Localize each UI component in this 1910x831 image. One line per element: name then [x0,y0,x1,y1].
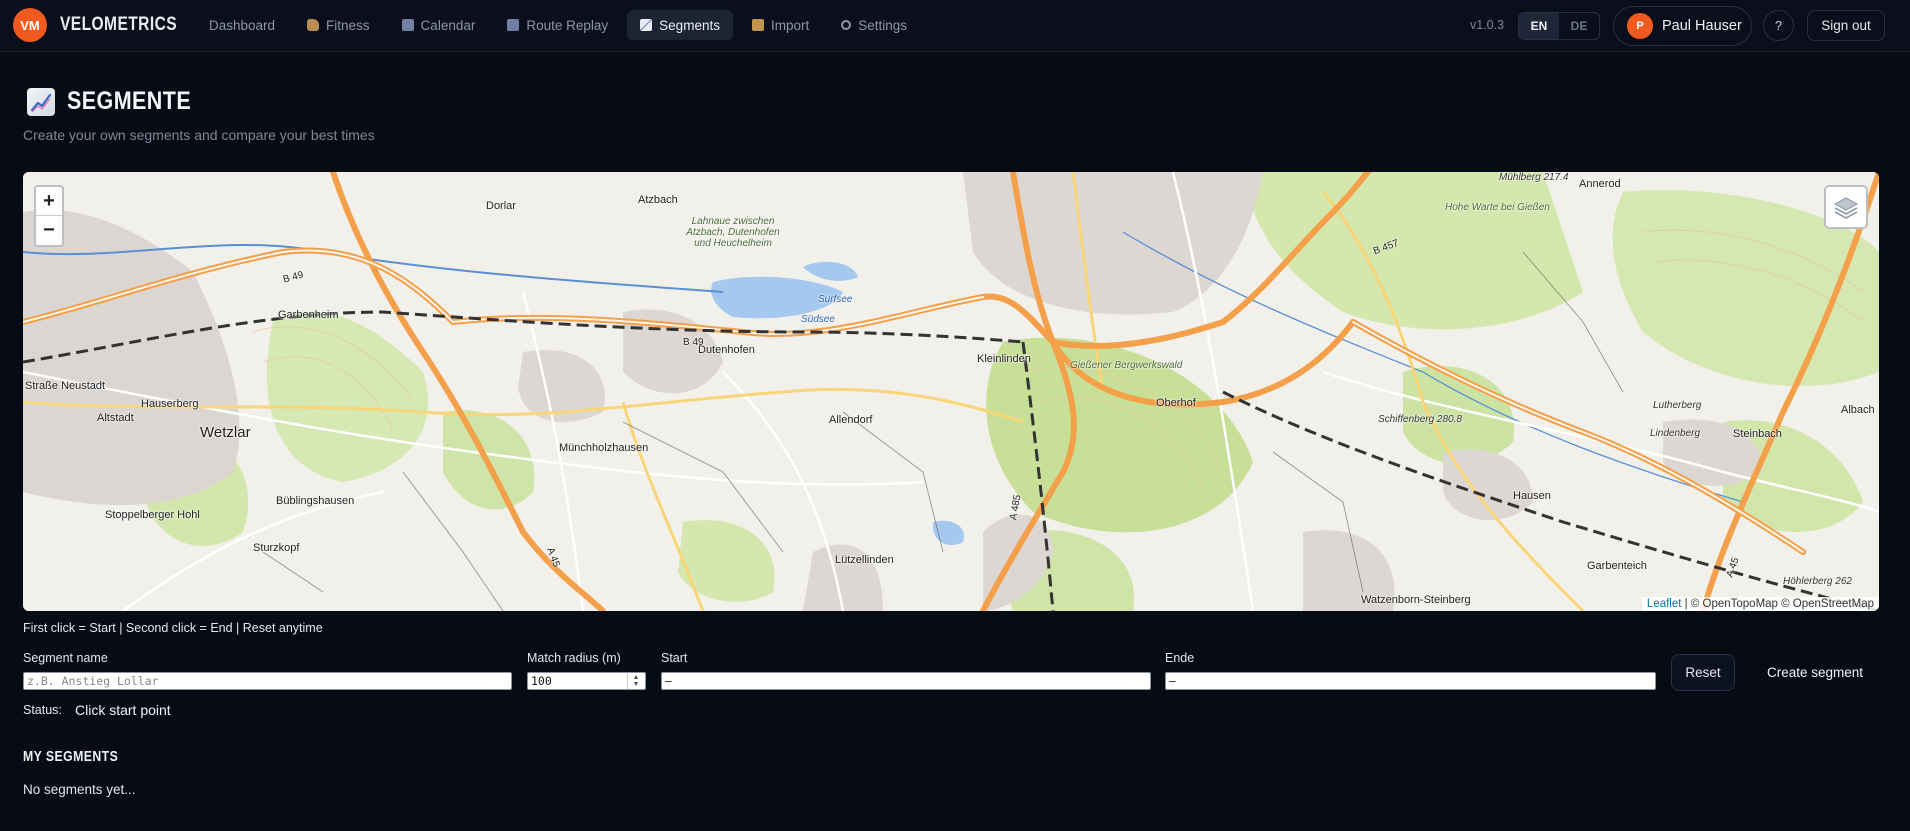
nav-fitness-label: Fitness [326,17,370,33]
avatar: P [1627,13,1653,39]
map-label: Watzenborn-Steinberg [1361,594,1471,606]
map-label: B 49 [683,337,704,348]
map-label: Surfsee [818,294,853,305]
map-label: Münchholzhausen [559,442,649,454]
segment-name-label: Segment name [23,651,108,665]
gear-icon [841,20,852,30]
attribution-text: | © OpenTopoMap © OpenStreetMap [1681,598,1874,610]
map-label: Garbenteich [1587,560,1647,572]
folder-icon [751,19,764,31]
map-label: Hohe Warte bei Gießen [1445,202,1550,213]
nav-calendar-label: Calendar [420,17,476,33]
user-name: Paul Hauser [1662,18,1742,34]
map-label: Garbenheim [278,309,339,321]
nav-dashboard[interactable]: Dashboard [196,10,288,40]
nav-import-label: Import [770,17,810,33]
create-segment-button[interactable]: Create segment [1750,654,1880,691]
language-switch: EN DE [1518,12,1600,40]
help-button[interactable]: ? [1763,10,1794,41]
map-label: Südsee [801,314,835,325]
page-subtitle: Create your own segments and compare you… [23,127,375,143]
main-nav: Dashboard Fitness Calendar Route Replay … [196,10,920,40]
zoom-out-button[interactable]: − [36,216,62,245]
map-label: Gießener Bergwerkswald [1070,360,1183,371]
map-label: Stoppelberger Hohl [105,509,200,521]
map-label: Mühlberg 217.4 [1499,172,1569,183]
end-label: Ende [1165,651,1195,665]
lang-en-button[interactable]: EN [1519,13,1559,39]
zoom-control: + − [34,185,64,247]
chart-icon [27,87,55,116]
match-radius-label: Match radius (m) [527,651,621,665]
my-segments-heading: MY SEGMENTS [23,748,119,765]
map-label: Schiffenberg 280.8 [1378,414,1462,425]
map-label: Altstadt [97,412,134,424]
route-icon [507,19,520,31]
lang-de-button[interactable]: DE [1559,13,1599,39]
map-label: Höhlerberg 262 [1783,576,1852,587]
page-title: SEGMENTE [67,87,192,115]
flexed-arm-icon [307,19,320,31]
map-label: Annerod [1579,178,1621,190]
reset-button[interactable]: Reset [1671,654,1735,691]
start-input[interactable] [661,672,1151,690]
map-label: Lindenberg [1650,428,1701,439]
map-label: Büblingshausen [276,495,355,507]
segment-name-input[interactable] [23,672,512,690]
top-navigation-bar: VM VELOMETRICS Dashboard Fitness Calenda… [0,0,1910,52]
nav-fitness[interactable]: Fitness [294,10,383,40]
map-label: Lutherberg [1653,400,1702,411]
map-label: Kleinlinden [977,353,1031,365]
segments-empty-state: No segments yet... [23,782,136,797]
map-label: Hausen [1513,490,1551,502]
map-label: Steinbach [1733,428,1782,440]
app-logo[interactable]: VM [13,8,47,42]
status-value: Click start point [75,702,171,718]
zoom-in-button[interactable]: + [36,187,62,216]
nav-route-replay[interactable]: Route Replay [494,10,621,40]
map-label: Dutenhofen [698,344,755,356]
map-attribution: Leaflet | © OpenTopoMap © OpenStreetMap [1641,597,1879,611]
version-label: v1.0.3 [1470,18,1505,32]
nav-calendar[interactable]: Calendar [389,10,489,40]
nav-settings[interactable]: Settings [828,10,920,40]
status-label: Status: [23,703,62,717]
calendar-icon [401,19,414,31]
map-label: Sturzkopf [253,542,300,554]
map-label: Dorlar [486,200,516,212]
nav-route-replay-label: Route Replay [526,17,609,33]
map-label: Albach [1841,404,1875,416]
user-menu[interactable]: P Paul Hauser [1613,6,1752,46]
nav-import[interactable]: Import [739,10,822,40]
map-label: Lützellinden [835,554,894,566]
radius-stepper[interactable]: ▲ ▼ [627,673,644,689]
nav-settings-label: Settings [858,17,908,33]
end-input[interactable] [1165,672,1656,690]
map-label: Hauserberg [141,398,199,410]
layers-icon [1833,197,1859,219]
page-header: SEGMENTE [27,87,211,116]
map-label: Wetzlar [200,424,251,441]
layers-button[interactable] [1824,185,1868,229]
sign-out-button[interactable]: Sign out [1807,10,1885,41]
map-tiles [23,172,1879,611]
nav-dashboard-label: Dashboard [209,17,276,33]
map-label: Straße Neustadt [25,380,106,392]
map-click-hint: First click = Start | Second click = End… [23,621,323,635]
leaflet-link[interactable]: Leaflet [1647,598,1682,610]
map-label: Allendorf [829,414,873,426]
map-label: Oberhof [1156,397,1196,409]
brand-name[interactable]: VELOMETRICS [60,14,177,36]
nav-segments-label: Segments [659,17,720,33]
map-label: Atzbach [638,194,678,206]
start-label: Start [661,651,688,665]
segment-map[interactable]: Wetzlar Garbenheim Hauserberg Altstadt S… [23,172,1879,611]
chart-icon [640,19,653,31]
nav-segments[interactable]: Segments [627,10,733,40]
map-label: Lahnaue zwischen Atzbach, Dutenhofen und… [686,216,780,249]
